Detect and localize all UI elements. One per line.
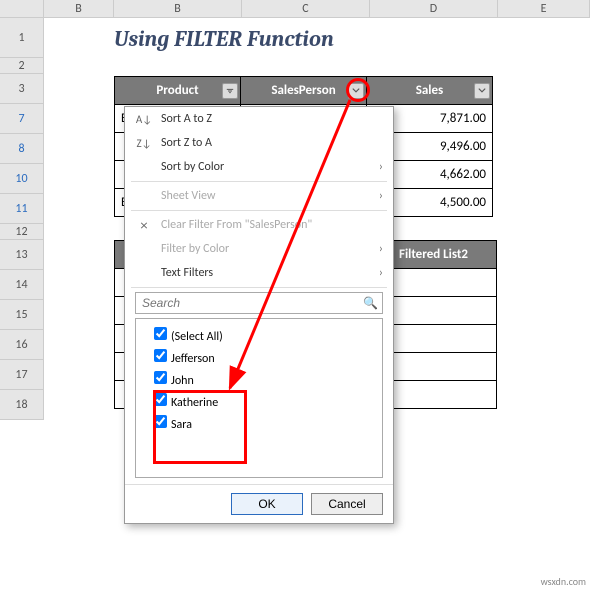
row-18[interactable]: 18 <box>0 390 44 420</box>
sort-za-label: Sort Z to A <box>161 136 212 150</box>
row-13[interactable]: 13 <box>0 240 44 270</box>
search-icon: 🔍 <box>363 296 378 311</box>
separator <box>131 287 387 288</box>
row-11[interactable]: 11 <box>0 194 44 224</box>
search-box[interactable]: 🔍 <box>135 292 383 314</box>
sheet-view-label: Sheet View <box>161 189 215 203</box>
watermark: wsxdn.com <box>541 575 586 588</box>
row-2[interactable]: 2 <box>0 58 44 74</box>
col-C[interactable]: C <box>242 0 370 17</box>
annotation-circle <box>346 78 370 102</box>
row-15[interactable]: 15 <box>0 300 44 330</box>
row-headers: 1 2 3 7 8 10 11 12 13 14 15 16 17 18 <box>0 18 44 420</box>
text-filters[interactable]: Text Filters › <box>125 261 393 285</box>
filter-by-color: Filter by Color › <box>125 237 393 261</box>
sheet-grid: Using FILTER Function Product SalesPerso… <box>44 18 590 590</box>
submenu-arrow-icon: › <box>379 189 383 203</box>
col-product-label: Product <box>156 83 198 98</box>
col-B2[interactable]: B <box>114 0 242 17</box>
cancel-button[interactable]: Cancel <box>311 493 383 515</box>
sort-az-icon: A↓ <box>135 113 153 126</box>
filter-button-product[interactable] <box>222 83 238 99</box>
row-7[interactable]: 7 <box>0 104 44 134</box>
clear-filter: ⨯ Clear Filter From "SalesPerson" <box>125 213 393 237</box>
check-item[interactable]: John <box>140 367 378 389</box>
col-product: Product <box>115 77 241 105</box>
sort-by-color[interactable]: Sort by Color › <box>125 155 393 179</box>
annotation-box <box>153 390 247 464</box>
check-item[interactable]: Jefferson <box>140 345 378 367</box>
submenu-arrow-icon: › <box>379 266 383 280</box>
check-select-all[interactable]: (Select All) <box>140 323 378 345</box>
dropdown-buttons: OK Cancel <box>125 484 393 523</box>
col-sales: Sales <box>367 77 493 105</box>
row-14[interactable]: 14 <box>0 270 44 300</box>
sort-za-icon: Z↓ <box>135 137 153 150</box>
submenu-arrow-icon: › <box>379 242 383 256</box>
row-8[interactable]: 8 <box>0 134 44 164</box>
ok-button[interactable]: OK <box>231 493 303 515</box>
sort-za[interactable]: Z↓ Sort Z to A <box>125 131 393 155</box>
col-B[interactable]: B <box>44 0 114 17</box>
col-salesperson-label: SalesPerson <box>271 83 335 98</box>
col-D[interactable]: D <box>370 0 498 17</box>
sort-az[interactable]: A↓ Sort A to Z <box>125 107 393 131</box>
sort-color-label: Sort by Color <box>161 160 224 174</box>
col-sales-label: Sales <box>416 83 444 98</box>
col-E[interactable]: E <box>498 0 590 17</box>
text-filters-label: Text Filters <box>161 266 213 280</box>
page-title: Using FILTER Function <box>114 26 334 52</box>
sheet-view: Sheet View › <box>125 184 393 208</box>
row-1[interactable]: 1 <box>0 18 44 58</box>
row-16[interactable]: 16 <box>0 330 44 360</box>
clear-filter-label: Clear Filter From "SalesPerson" <box>161 218 312 232</box>
sheet-corner[interactable] <box>0 0 44 18</box>
separator <box>131 210 387 211</box>
filter-button-sales[interactable] <box>474 83 490 99</box>
column-headers: B B C D E <box>44 0 590 18</box>
sort-az-label: Sort A to Z <box>161 112 212 126</box>
row-10[interactable]: 10 <box>0 164 44 194</box>
row-3[interactable]: 3 <box>0 74 44 104</box>
clear-filter-icon: ⨯ <box>135 219 153 232</box>
submenu-arrow-icon: › <box>379 160 383 174</box>
row-17[interactable]: 17 <box>0 360 44 390</box>
filter-color-label: Filter by Color <box>161 242 229 256</box>
row-12[interactable]: 12 <box>0 224 44 240</box>
search-input[interactable] <box>140 295 363 311</box>
separator <box>131 181 387 182</box>
